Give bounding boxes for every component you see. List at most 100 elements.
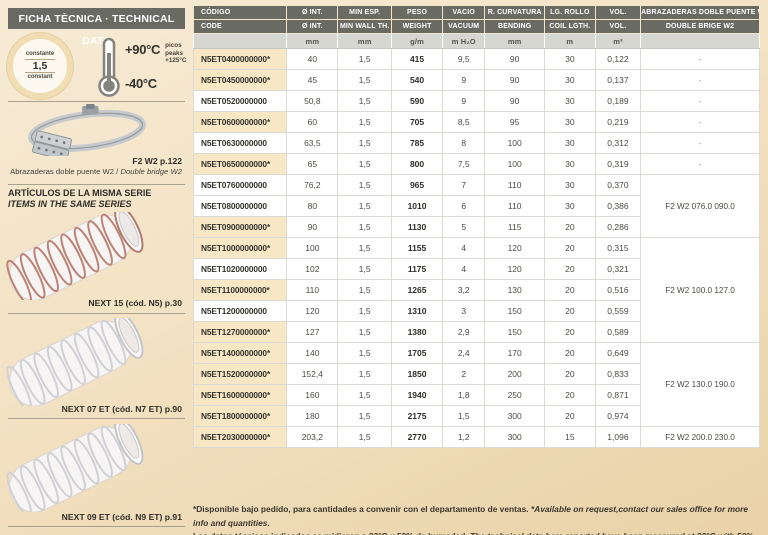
wall-th-cell: 1,5: [338, 154, 392, 175]
weight-cell: 1130: [392, 217, 443, 238]
int-cell: 60: [287, 112, 338, 133]
code-cell: N5ET1020000000: [194, 259, 287, 280]
vacuum-cell: 4: [443, 259, 485, 280]
vacuum-cell: 6: [443, 196, 485, 217]
int-cell: 45: [287, 70, 338, 91]
peaks-label-en: peaks: [165, 50, 186, 58]
clamp-ref-cell: -: [641, 133, 760, 154]
vacuum-cell: 2,4: [443, 343, 485, 364]
vacuum-cell: 2,9: [443, 322, 485, 343]
coil-length-cell: 20: [544, 217, 595, 238]
bending-cell: 150: [485, 301, 544, 322]
clamp-ref-cell: -: [641, 70, 760, 91]
related-item-label: NEXT 15 (cód. N5) p.30: [88, 298, 182, 308]
spec-table: CÓDIGOØ INT.MIN ESP.PESOVACIOR. CURVATUR…: [193, 5, 760, 448]
wall-th-cell: 1,5: [338, 91, 392, 112]
bending-cell: 130: [485, 280, 544, 301]
spec-table-head: CÓDIGOØ INT.MIN ESP.PESOVACIOR. CURVATUR…: [194, 6, 760, 49]
vol-cell: 0,871: [595, 385, 640, 406]
wall-th-cell: 1,5: [338, 238, 392, 259]
wall-th-cell: 1,5: [338, 322, 392, 343]
col-header-en: CODE: [194, 20, 287, 34]
weight-cell: 1155: [392, 238, 443, 259]
int-cell: 180: [287, 406, 338, 427]
col-header-es: VOL.: [595, 6, 640, 20]
code-cell: N5ET0900000000*: [194, 217, 287, 238]
coil-length-cell: 15: [544, 427, 595, 448]
coil-length-cell: 30: [544, 70, 595, 91]
int-cell: 63,5: [287, 133, 338, 154]
vol-cell: 0,649: [595, 343, 640, 364]
col-header-en: VACUUM: [443, 20, 485, 34]
bending-cell: 250: [485, 385, 544, 406]
vol-cell: 0,370: [595, 175, 640, 196]
coil-length-cell: 30: [544, 49, 595, 70]
bending-cell: 300: [485, 427, 544, 448]
wall-th-cell: 1,5: [338, 364, 392, 385]
int-cell: 50,8: [287, 91, 338, 112]
coil-length-cell: 30: [544, 196, 595, 217]
page-title: FICHA TÈCNICA · TECHNICAL DATA: [8, 8, 185, 29]
vacuum-cell: 1,8: [443, 385, 485, 406]
vacuum-cell: 8,5: [443, 112, 485, 133]
divider: [8, 418, 185, 419]
code-cell: N5ET1520000000*: [194, 364, 287, 385]
vol-cell: 0,516: [595, 280, 640, 301]
vol-cell: 0,589: [595, 322, 640, 343]
int-cell: 127: [287, 322, 338, 343]
code-cell: N5ET0800000000: [194, 196, 287, 217]
divider: [8, 313, 185, 314]
col-header-en: WEIGHT: [392, 20, 443, 34]
bending-cell: 100: [485, 133, 544, 154]
constant-badge: constante 1,5 constant: [13, 39, 67, 93]
series-title-en: ITEMS IN THE SAME SERIES: [8, 199, 132, 209]
code-cell: N5ET0760000000: [194, 175, 287, 196]
coil-length-cell: 30: [544, 154, 595, 175]
col-header-en: COIL LGTH.: [544, 20, 595, 34]
weight-cell: 590: [392, 91, 443, 112]
vacuum-cell: 1,2: [443, 427, 485, 448]
int-cell: 120: [287, 301, 338, 322]
col-header-unit: mm: [338, 34, 392, 49]
int-cell: 100: [287, 238, 338, 259]
bending-cell: 150: [485, 322, 544, 343]
bending-cell: 100: [485, 154, 544, 175]
int-cell: 76,2: [287, 175, 338, 196]
vacuum-cell: 4: [443, 238, 485, 259]
table-row: N5ET052000000050,81,5590990300,189-: [194, 91, 760, 112]
col-header-en: VOL.: [595, 20, 640, 34]
constant-badge-top-label: constante: [26, 51, 54, 58]
weight-cell: 415: [392, 49, 443, 70]
weight-cell: 800: [392, 154, 443, 175]
related-item-label: NEXT 07 ET (cód. N7 ET) p.90: [62, 404, 182, 414]
weight-cell: 705: [392, 112, 443, 133]
weight-cell: 1010: [392, 196, 443, 217]
footnote-line-1: *Disponible bajo pedido, para cantidades…: [193, 503, 760, 530]
code-cell: N5ET2030000000*: [194, 427, 287, 448]
int-cell: 102: [287, 259, 338, 280]
table-row: N5ET2030000000*203,21,527701,2300151,096…: [194, 427, 760, 448]
clamp-ref-cell: F2 W2 200.0 230.0: [641, 427, 760, 448]
divider: [8, 184, 185, 185]
col-header-en: BENDING: [485, 20, 544, 34]
col-header-unit: [194, 34, 287, 49]
footnote-line2-es: Los datos técnicos indicados se midieron…: [193, 531, 468, 535]
wall-th-cell: 1,5: [338, 112, 392, 133]
vacuum-cell: 1,5: [443, 406, 485, 427]
bending-cell: 90: [485, 49, 544, 70]
peaks-label-es: picos: [165, 42, 186, 50]
vacuum-cell: 5: [443, 217, 485, 238]
vacuum-cell: 9: [443, 70, 485, 91]
coil-length-cell: 30: [544, 91, 595, 112]
coil-length-cell: 20: [544, 259, 595, 280]
wall-th-cell: 1,5: [338, 175, 392, 196]
weight-cell: 965: [392, 175, 443, 196]
vol-cell: 0,321: [595, 259, 640, 280]
weight-cell: 785: [392, 133, 443, 154]
int-cell: 203,2: [287, 427, 338, 448]
coil-length-cell: 30: [544, 175, 595, 196]
weight-cell: 1705: [392, 343, 443, 364]
col-header-es: CÓDIGO: [194, 6, 287, 20]
table-row: N5ET0450000000*451,5540990300,137-: [194, 70, 760, 91]
header-row: CÓDIGOØ INT.MIN ESP.PESOVACIOR. CURVATUR…: [194, 6, 760, 20]
